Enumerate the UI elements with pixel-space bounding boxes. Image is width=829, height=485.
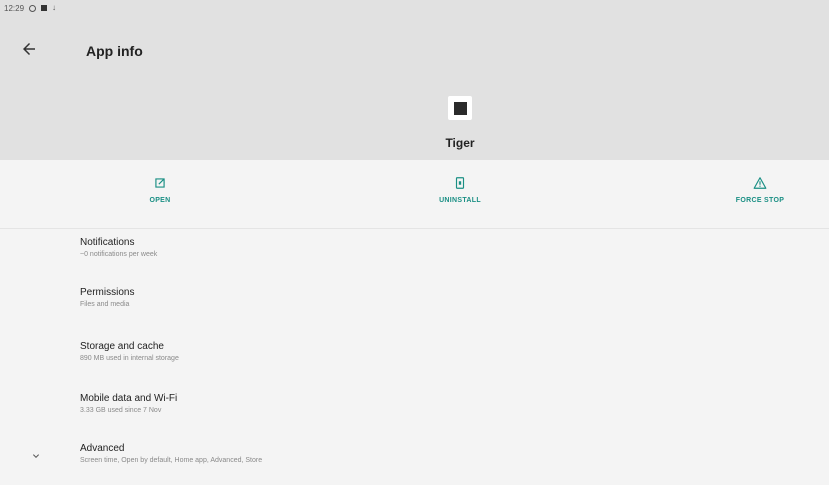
permissions-title: Permissions [80, 287, 135, 298]
force-stop-button-label: FORCE STOP [735, 197, 785, 204]
storage-subtitle: 890 MB used in internal storage [80, 355, 179, 362]
status-time: 12:29 [4, 3, 25, 13]
mobile-data-subtitle: 3.33 GB used since 7 Nov [80, 407, 162, 414]
advanced-item[interactable]: Advanced Screen time, Open by default, H… [0, 435, 829, 485]
permissions-subtitle: Files and media [80, 301, 130, 308]
advanced-title: Advanced [80, 443, 125, 454]
advanced-subtitle: Screen time, Open by default, Home app, … [80, 457, 263, 464]
status-bar: 12:29 ↓ [0, 0, 829, 16]
open-button-label: OPEN [149, 197, 171, 204]
app-header: App info Tiger [0, 16, 829, 160]
notifications-subtitle: ~0 notifications per week [80, 251, 158, 258]
action-bar: OPEN UNINSTALL FORCE STOP [0, 160, 829, 229]
app-icon [448, 96, 472, 120]
notification-square-icon [41, 5, 48, 11]
uninstall-icon [455, 177, 465, 189]
uninstall-button-label: UNINSTALL [439, 197, 481, 204]
chevron-down-icon [33, 454, 39, 458]
notifications-title: Notifications [80, 237, 135, 248]
uninstall-button[interactable]: UNINSTALL [400, 176, 520, 204]
storage-item[interactable]: Storage and cache 890 MB used in interna… [0, 333, 829, 383]
warning-icon [753, 177, 767, 189]
storage-title: Storage and cache [80, 341, 164, 352]
back-arrow-icon[interactable] [20, 40, 38, 58]
page-title: App info [86, 43, 143, 59]
open-in-new-icon [155, 178, 165, 188]
notifications-item[interactable]: Notifications ~0 notifications per week [0, 229, 829, 279]
app-name: Tiger [445, 136, 475, 150]
open-button[interactable]: OPEN [100, 176, 220, 204]
permissions-item[interactable]: Permissions Files and media [0, 279, 829, 329]
mobile-data-title: Mobile data and Wi-Fi [80, 393, 178, 404]
download-icon: ↓ [52, 3, 57, 12]
mobile-data-item[interactable]: Mobile data and Wi-Fi 3.33 GB used since… [0, 385, 829, 435]
force-stop-button[interactable]: FORCE STOP [700, 176, 820, 204]
google-icon [29, 4, 37, 12]
